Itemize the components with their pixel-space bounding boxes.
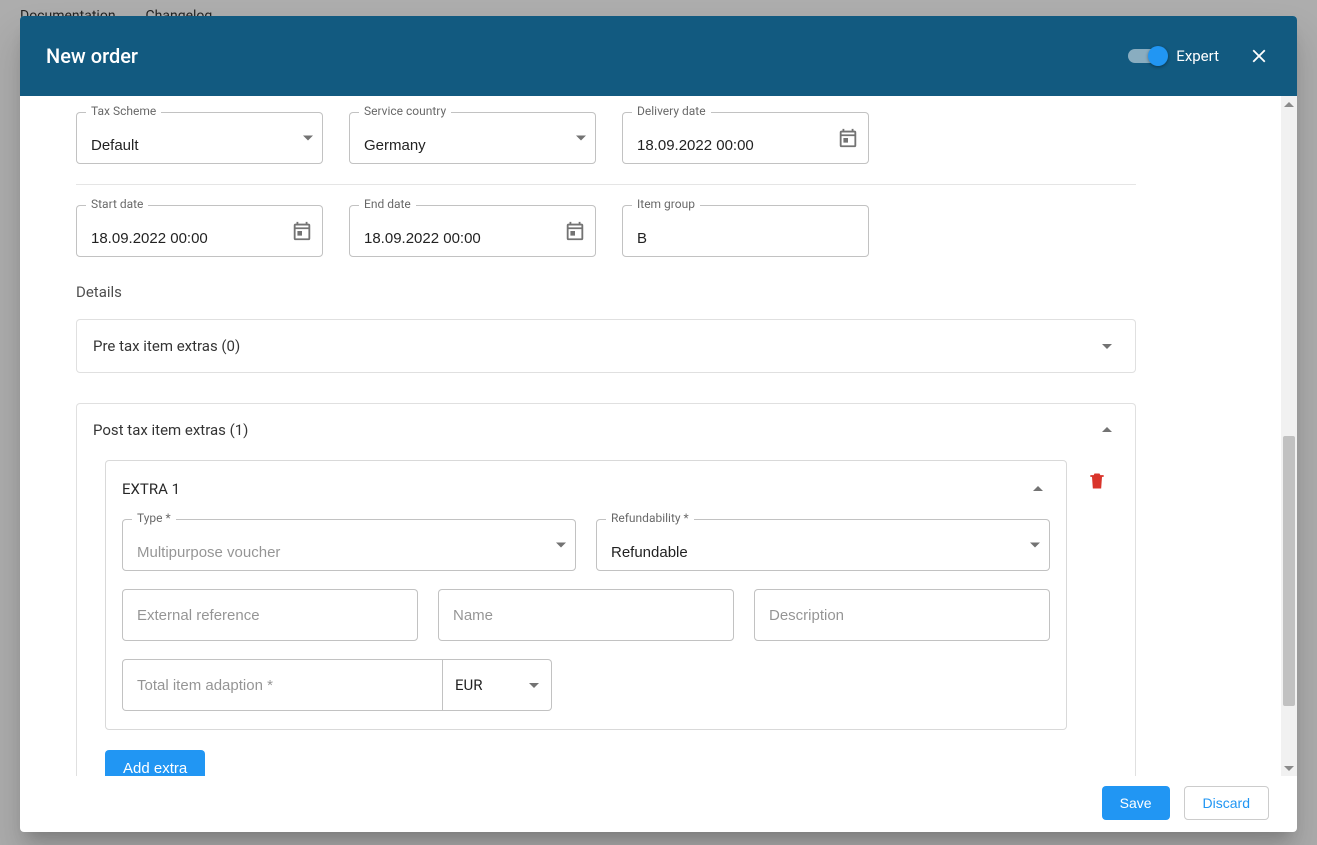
pre-tax-extras-panel: Pre tax item extras (0) xyxy=(76,319,1136,373)
extra-type-field[interactable]: Type * xyxy=(122,519,576,571)
close-icon xyxy=(1248,45,1270,67)
modal-title: New order xyxy=(46,44,138,68)
expert-toggle-label: Expert xyxy=(1176,47,1219,65)
scroll-up-icon[interactable] xyxy=(1281,96,1297,112)
external-ref-field[interactable] xyxy=(122,589,418,641)
start-date-input[interactable] xyxy=(76,205,323,257)
new-order-modal: New order Expert Tax Scheme Service coun… xyxy=(20,16,1297,832)
tax-scheme-label: Tax Scheme xyxy=(86,104,161,118)
modal-header: New order Expert xyxy=(20,16,1297,96)
currency-select[interactable]: EUR xyxy=(442,659,552,711)
delivery-date-label: Delivery date xyxy=(632,104,711,118)
extra-type-input[interactable] xyxy=(122,519,576,571)
end-date-label: End date xyxy=(359,197,416,211)
delivery-date-field[interactable]: Delivery date xyxy=(622,112,869,164)
extra-name-field[interactable] xyxy=(438,589,734,641)
scrollbar[interactable] xyxy=(1281,96,1297,776)
item-group-label: Item group xyxy=(632,197,700,211)
post-tax-extras-panel: Post tax item extras (1) EXTRA 1 Type * xyxy=(76,403,1136,776)
modal-body: Tax Scheme Service country Delivery date… xyxy=(20,96,1281,776)
external-ref-input[interactable] xyxy=(122,589,418,641)
total-adaption-row: EUR xyxy=(122,659,1050,711)
currency-value: EUR xyxy=(455,676,483,694)
chevron-up-icon xyxy=(1095,418,1119,442)
add-extra-button[interactable]: Add extra xyxy=(105,750,205,776)
post-tax-extras-title: Post tax item extras (1) xyxy=(93,421,248,439)
expert-toggle[interactable] xyxy=(1128,49,1166,63)
start-date-label: Start date xyxy=(86,197,148,211)
extra-title: EXTRA 1 xyxy=(122,480,180,498)
post-tax-extras-header[interactable]: Post tax item extras (1) xyxy=(77,404,1135,456)
extra-name-input[interactable] xyxy=(438,589,734,641)
end-date-field[interactable]: End date xyxy=(349,205,596,257)
delivery-date-input[interactable] xyxy=(622,112,869,164)
extra-card-header[interactable]: EXTRA 1 xyxy=(122,477,1050,501)
discard-button[interactable]: Discard xyxy=(1184,786,1269,820)
modal-footer: Save Discard xyxy=(20,776,1297,832)
scroll-down-icon[interactable] xyxy=(1281,760,1297,776)
item-group-input[interactable] xyxy=(622,205,869,257)
extra-type-label: Type * xyxy=(132,511,176,525)
tax-scheme-field[interactable]: Tax Scheme xyxy=(76,112,323,164)
scroll-thumb[interactable] xyxy=(1283,436,1295,706)
details-heading: Details xyxy=(76,283,1136,301)
tax-scheme-input[interactable] xyxy=(76,112,323,164)
delete-extra-button[interactable] xyxy=(1087,470,1107,496)
refundability-label: Refundability * xyxy=(606,511,694,525)
service-country-input[interactable] xyxy=(349,112,596,164)
chevron-down-icon xyxy=(1095,334,1119,358)
pre-tax-extras-header[interactable]: Pre tax item extras (0) xyxy=(77,320,1135,372)
refundability-input[interactable] xyxy=(596,519,1050,571)
chevron-up-icon xyxy=(1026,477,1050,501)
service-country-label: Service country xyxy=(359,104,451,118)
extra-description-input[interactable] xyxy=(754,589,1050,641)
service-country-field[interactable]: Service country xyxy=(349,112,596,164)
divider xyxy=(76,184,1136,185)
extra-description-field[interactable] xyxy=(754,589,1050,641)
end-date-input[interactable] xyxy=(349,205,596,257)
chevron-down-icon xyxy=(529,683,539,688)
extra-card: EXTRA 1 Type * Refundability * xyxy=(105,460,1067,730)
trash-icon xyxy=(1087,470,1107,492)
refundability-field[interactable]: Refundability * xyxy=(596,519,1050,571)
item-group-field[interactable]: Item group xyxy=(622,205,869,257)
save-button[interactable]: Save xyxy=(1102,786,1170,820)
expert-toggle-wrap: Expert xyxy=(1128,47,1219,65)
start-date-field[interactable]: Start date xyxy=(76,205,323,257)
total-adaption-input[interactable] xyxy=(122,659,442,711)
close-button[interactable] xyxy=(1247,44,1271,68)
pre-tax-extras-title: Pre tax item extras (0) xyxy=(93,337,240,355)
